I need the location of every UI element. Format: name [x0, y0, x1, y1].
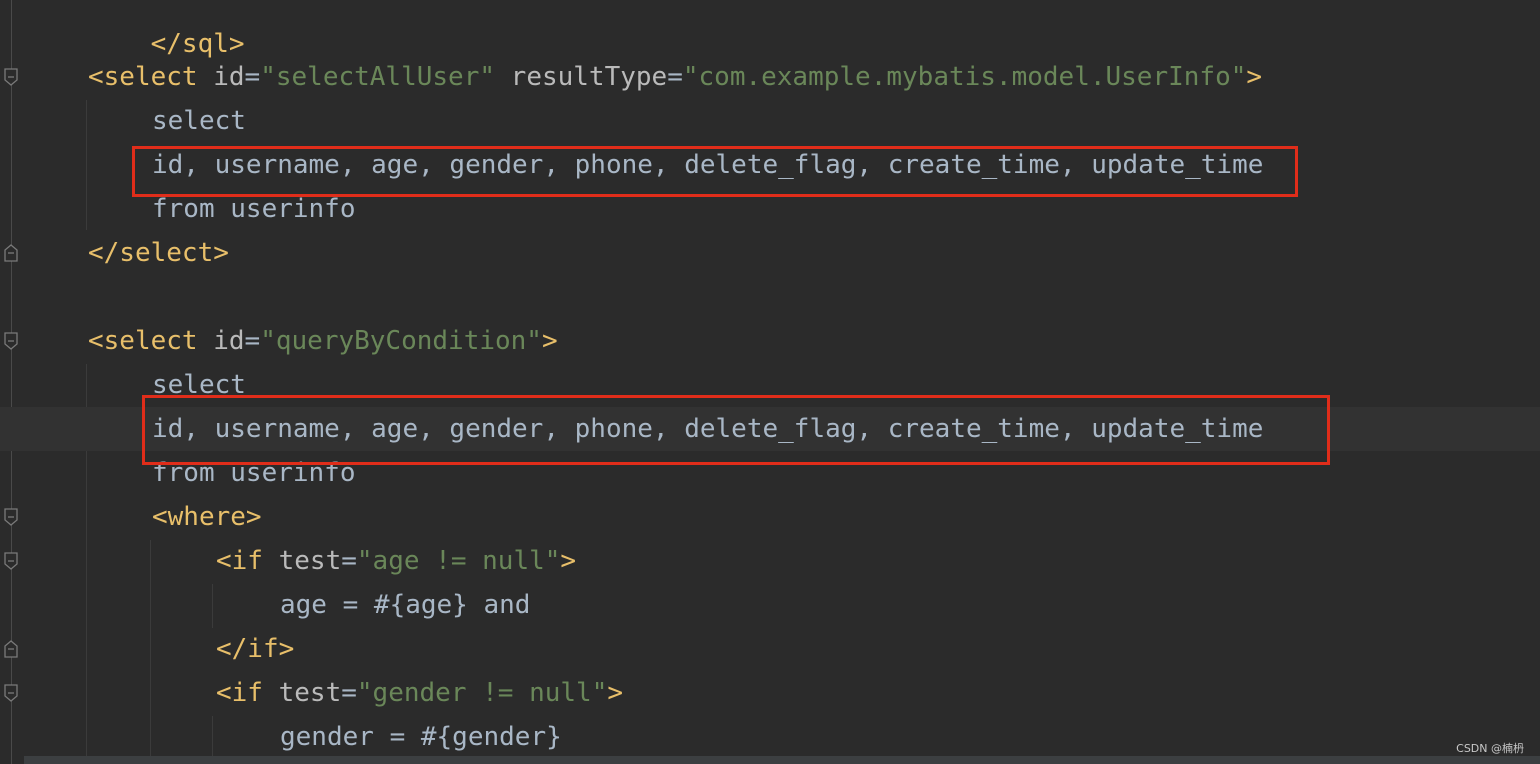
code-line[interactable]: [0, 275, 1540, 319]
fold-marker-icon[interactable]: [3, 244, 19, 262]
code-token: "age != null": [356, 546, 561, 576]
code-token: >: [1246, 62, 1263, 92]
code-token: =: [341, 546, 357, 576]
code-token: "selectAllUser": [260, 62, 496, 92]
code-token: select: [152, 106, 246, 136]
code-token: >: [560, 546, 577, 576]
code-token: from userinfo: [152, 194, 356, 224]
code-token: <select: [88, 62, 214, 92]
code-token: =: [341, 678, 357, 708]
highlight-box-query-condition-columns: [142, 395, 1330, 465]
fold-marker-icon[interactable]: [3, 68, 19, 86]
code-token: id: [213, 326, 245, 356]
code-token: <if: [216, 546, 279, 576]
code-token: "com.example.mybatis.model.UserInfo": [682, 62, 1247, 92]
code-token: =: [244, 62, 261, 92]
code-token: id: [213, 62, 245, 92]
code-token: "queryByCondition": [260, 326, 542, 356]
code-line[interactable]: <where>: [0, 495, 1540, 539]
code-token: >: [607, 678, 624, 708]
fold-marker-icon[interactable]: [3, 552, 19, 570]
code-token: <select: [88, 326, 214, 356]
code-token: resultType: [495, 62, 668, 92]
code-line-top-fragment[interactable]: </sql>: [0, 0, 1540, 59]
code-token: age = #{age} and: [280, 590, 531, 620]
code-token: gender = #{gender}: [280, 722, 562, 752]
code-token: </if>: [216, 634, 295, 664]
code-line[interactable]: </select>: [0, 231, 1540, 275]
watermark: CSDN @楠枬: [1456, 742, 1524, 755]
code-token: =: [667, 62, 683, 92]
code-token: test: [278, 678, 342, 708]
code-line[interactable]: gender = #{gender}: [0, 715, 1540, 759]
code-token: </select>: [88, 238, 229, 268]
code-editor[interactable]: </sql> <select id="selectAllUser" result…: [0, 0, 1540, 764]
fold-marker-icon[interactable]: [3, 640, 19, 658]
code-line[interactable]: <if test="age != null">: [0, 539, 1540, 583]
code-line[interactable]: age = #{age} and: [0, 583, 1540, 627]
code-line[interactable]: <if test="gender != null">: [0, 671, 1540, 715]
code-token: test: [278, 546, 342, 576]
code-token: =: [244, 326, 261, 356]
code-line[interactable]: <select id="queryByCondition">: [0, 319, 1540, 363]
code-line[interactable]: select: [0, 99, 1540, 143]
fold-marker-icon[interactable]: [3, 332, 19, 350]
fold-marker-icon[interactable]: [3, 508, 19, 526]
fold-marker-icon[interactable]: [3, 684, 19, 702]
code-line[interactable]: <select id="selectAllUser" resultType="c…: [0, 55, 1540, 99]
code-token: "gender != null": [356, 678, 608, 708]
code-token: <where>: [152, 502, 262, 532]
code-line[interactable]: </if>: [0, 627, 1540, 671]
code-token: >: [541, 326, 558, 356]
horizontal-scrollbar[interactable]: [24, 756, 1540, 764]
highlight-box-select-all-columns: [132, 146, 1298, 197]
code-token: <if: [216, 678, 279, 708]
